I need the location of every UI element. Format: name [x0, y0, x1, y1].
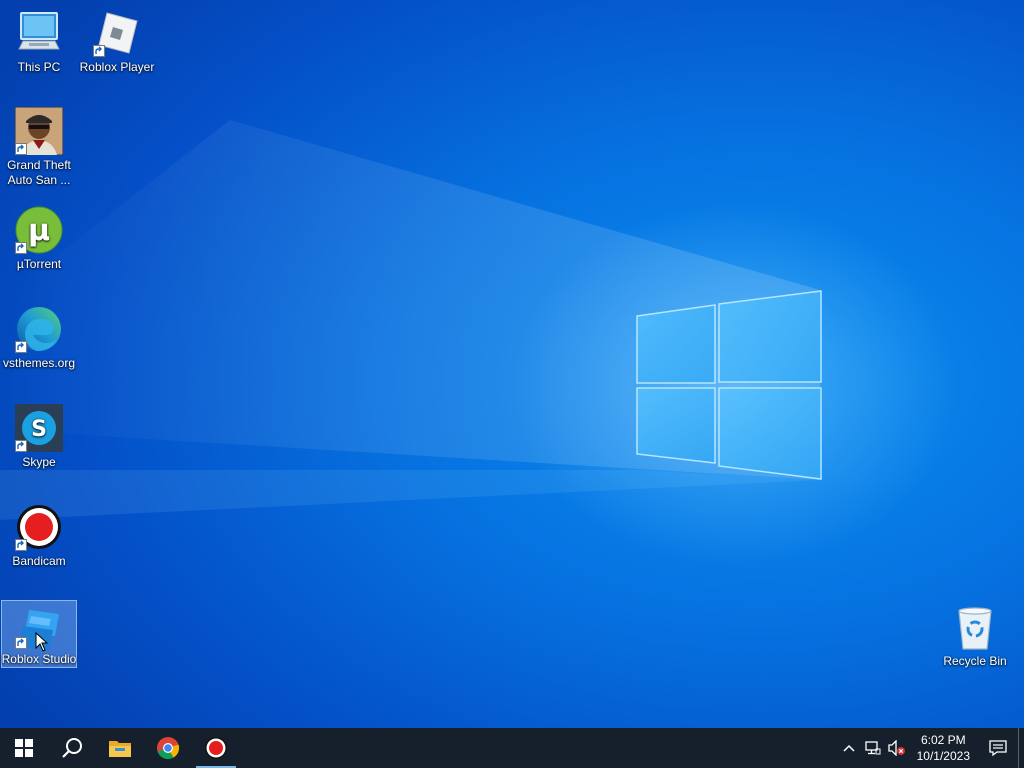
- desktop-icon-label: vsthemes.org: [2, 356, 76, 370]
- desktop-icon-bandicam[interactable]: Bandicam: [1, 497, 77, 569]
- clock-time: 6:02 PM: [920, 733, 966, 747]
- clock[interactable]: 6:02 PM 10/1/2023: [909, 728, 978, 768]
- network-button[interactable]: [861, 728, 885, 768]
- recycle-bin-icon: [958, 607, 992, 650]
- shortcut-arrow-icon: [15, 440, 27, 452]
- action-center-button[interactable]: [978, 728, 1018, 768]
- taskbar-bandicam[interactable]: [192, 728, 240, 768]
- network-icon: [864, 741, 881, 755]
- action-center-icon: [989, 740, 1007, 757]
- desktop-icon-roblox-player[interactable]: Roblox Player: [79, 3, 155, 75]
- taskbar: 6:02 PM 10/1/2023: [0, 728, 1024, 768]
- shortcut-arrow-icon: [15, 143, 27, 155]
- svg-text:S: S: [31, 417, 47, 442]
- desktop-icon-skype[interactable]: S Skype: [1, 398, 77, 470]
- shortcut-arrow-icon: [15, 341, 27, 353]
- desktop-icon-label: Roblox Player: [79, 60, 155, 74]
- show-hidden-icons-button[interactable]: [837, 728, 861, 768]
- desktop-icon-gta-san-andreas[interactable]: Grand Theft Auto San ...: [1, 101, 77, 188]
- desktop-icon-label: µTorrent: [16, 257, 62, 271]
- volume-button[interactable]: [885, 728, 909, 768]
- desktop-icon-label: This PC: [17, 60, 61, 74]
- desktop-icon-label: Grand Theft Auto San ...: [7, 158, 71, 187]
- system-tray: 6:02 PM 10/1/2023: [837, 728, 1024, 768]
- desktop-icon-label: Bandicam: [12, 554, 66, 568]
- mouse-cursor-icon: [35, 632, 49, 652]
- taskbar-chrome[interactable]: [144, 728, 192, 768]
- desktop-icon-vsthemes[interactable]: vsthemes.org: [1, 299, 77, 371]
- desktop-icon-label: Skype: [22, 455, 56, 469]
- start-button[interactable]: [0, 728, 48, 768]
- chevron-up-icon: [843, 744, 855, 752]
- desktop[interactable]: This PC Roblox Player Grand Theft Auto S…: [0, 0, 1024, 728]
- desktop-icon-label: Roblox Studio: [1, 652, 77, 666]
- show-desktop-button[interactable]: [1018, 728, 1024, 768]
- shortcut-arrow-icon: [15, 242, 27, 254]
- desktop-icon-this-pc[interactable]: This PC: [1, 3, 77, 75]
- volume-muted-icon: [887, 740, 905, 756]
- windows-logo-wallpaper: [0, 120, 822, 520]
- shortcut-arrow-icon: [15, 539, 27, 551]
- this-pc-icon: [18, 12, 60, 50]
- taskbar-file-explorer[interactable]: [96, 728, 144, 768]
- desktop-icon-utorrent[interactable]: µ µTorrent: [1, 200, 77, 272]
- search-button[interactable]: [48, 728, 96, 768]
- bandicam-icon: [205, 737, 227, 759]
- search-icon: [62, 738, 82, 758]
- desktop-icon-recycle-bin[interactable]: Recycle Bin: [937, 597, 1013, 669]
- windows-start-icon: [15, 739, 33, 757]
- svg-text:µ: µ: [28, 213, 50, 248]
- clock-date: 10/1/2023: [916, 749, 970, 763]
- shortcut-arrow-icon: [15, 637, 27, 649]
- shortcut-arrow-icon: [93, 45, 105, 57]
- desktop-icon-label: Recycle Bin: [943, 654, 1007, 668]
- file-explorer-icon: [109, 741, 131, 757]
- chrome-icon: [157, 737, 180, 760]
